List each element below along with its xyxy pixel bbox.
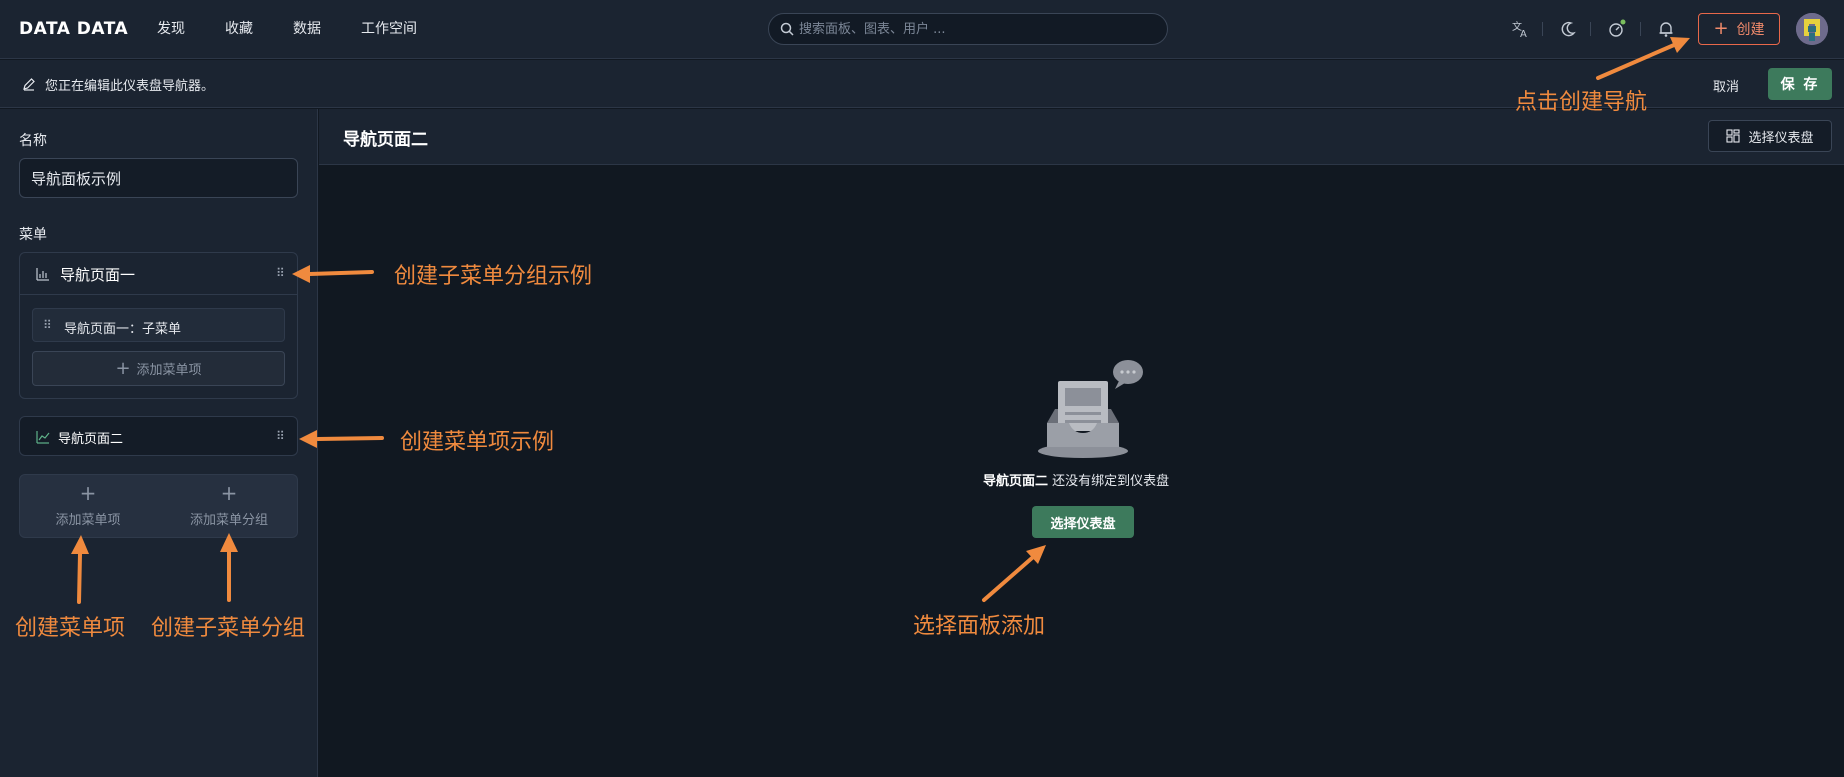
plus-icon: + (220, 481, 238, 505)
empty-state-message: 导航页面二 还没有绑定到仪表盘 (983, 470, 1183, 489)
arrow-to-pick (982, 556, 1034, 602)
annotation-pick-panel: 选择面板添加 (913, 614, 1046, 639)
avatar-image (1796, 13, 1828, 45)
menu-group-card: 导航页面一 ⠿ ⠿ 导航页面一：子菜单 + 添加菜单项 (19, 252, 298, 399)
plus-icon: + (1713, 18, 1729, 39)
drag-handle-icon[interactable]: ⠿ (276, 429, 285, 443)
annotation-create-menu-item: 创建菜单项 (15, 616, 126, 641)
select-dashboard-button[interactable]: 选择仪表盘 (1032, 506, 1134, 538)
app-logo[interactable]: DATA DATA (19, 17, 128, 41)
add-menu-group-button[interactable]: + 添加菜单分组 (169, 483, 289, 531)
dashboard-icon (1726, 129, 1741, 143)
nav-workspace[interactable]: 工作空间 (361, 18, 417, 40)
arrow-to-group (308, 270, 374, 276)
avatar[interactable] (1796, 13, 1828, 45)
arrow-head (1026, 545, 1046, 564)
menu-item-card[interactable]: 导航页面二 ⠿ (19, 416, 298, 456)
empty-state-page-name: 导航页面二 (983, 474, 1049, 489)
speed-icon[interactable] (1606, 18, 1628, 40)
pen-icon (23, 78, 35, 91)
translate-icon[interactable]: 文 A (1510, 18, 1532, 40)
add-menu-box: + 添加菜单项 + 添加菜单分组 (19, 474, 298, 538)
annotation-create-submenu-group: 创建子菜单分组 (151, 616, 306, 641)
menu-item-title: 导航页面二 (58, 432, 124, 447)
drag-handle-icon[interactable]: ⠿ (43, 318, 52, 332)
menu-label: 菜单 (19, 227, 47, 243)
arrow-to-item (316, 436, 384, 441)
add-submenu-item-label: 添加菜单项 (136, 363, 202, 378)
bar-chart-icon (36, 268, 49, 281)
nav-favorites[interactable]: 收藏 (225, 18, 253, 40)
add-menu-group-label: 添加菜单分组 (189, 513, 268, 528)
drag-handle-icon[interactable]: ⠿ (276, 266, 285, 280)
create-label: 创建 (1736, 22, 1765, 38)
page-header: 导航页面二 选择仪表盘 (319, 109, 1844, 165)
empty-inbox-illustration (1038, 360, 1143, 458)
navigator-settings-panel: 名称 菜单 导航页面一 ⠿ ⠿ 导航页面一：子菜单 + 添加菜单项 (0, 109, 318, 777)
menu-group-title: 导航页面一 (60, 266, 136, 284)
add-submenu-item-button[interactable]: + 添加菜单项 (32, 351, 285, 386)
moon-icon[interactable] (1557, 18, 1579, 40)
annotation-menu-item-example: 创建菜单项示例 (400, 430, 555, 455)
plus-icon: + (115, 358, 131, 379)
add-menu-item-button[interactable]: + 添加菜单项 (28, 483, 148, 531)
edit-message: 您正在编辑此仪表盘导航器。 (45, 79, 215, 94)
search-input[interactable] (799, 14, 1159, 44)
cancel-button[interactable]: 取消 (1700, 72, 1752, 98)
submenu-item[interactable]: ⠿ 导航页面一：子菜单 (32, 308, 285, 342)
create-button[interactable]: + 创建 (1698, 13, 1780, 45)
plus-icon: + (79, 481, 97, 505)
search-icon (780, 22, 794, 36)
annotation-create-nav: 点击创建导航 (1515, 90, 1648, 115)
select-dashboard-top-button[interactable]: 选择仪表盘 (1708, 120, 1832, 152)
search-box (768, 13, 1168, 45)
divider (1640, 22, 1641, 36)
main-nav: 发现 收藏 数据 工作空间 (157, 18, 457, 40)
nav-discover[interactable]: 发现 (157, 18, 185, 40)
name-label: 名称 (19, 133, 47, 149)
add-menu-item-label: 添加菜单项 (55, 513, 121, 528)
page-title: 导航页面二 (343, 130, 428, 150)
select-dashboard-top-label: 选择仪表盘 (1748, 130, 1814, 146)
top-navbar: DATA DATA 发现 收藏 数据 工作空间 文 A + 创建 (0, 0, 1844, 59)
submenu-item-title: 导航页面一：子菜单 (64, 322, 182, 337)
save-button[interactable]: 保 存 (1768, 68, 1832, 100)
svg-text:A: A (1520, 29, 1527, 40)
menu-group-header[interactable]: 导航页面一 ⠿ (20, 253, 297, 295)
empty-state-rest: 还没有绑定到仪表盘 (1048, 474, 1170, 489)
divider (1590, 22, 1591, 36)
line-chart-icon (36, 431, 50, 444)
nav-data[interactable]: 数据 (293, 18, 321, 40)
bell-icon[interactable] (1655, 18, 1677, 40)
divider (1542, 22, 1543, 36)
name-field[interactable] (19, 158, 298, 198)
annotation-submenu-group-example: 创建子菜单分组示例 (394, 264, 593, 289)
